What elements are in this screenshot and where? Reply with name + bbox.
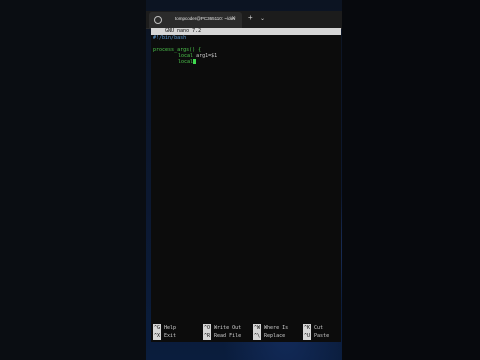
tab-title: tompcoder@PC365110: ~/dev: [175, 16, 236, 21]
shortcut-cut[interactable]: ^K Cut: [303, 324, 323, 332]
nano-shortcuts: ^G Help ^O Write Out ^W Where Is ^K Cut ^X Ex…: [151, 324, 341, 342]
title-bar: tompcoder@PC365110: ~/dev ✕ + ⌄: [146, 11, 342, 29]
shortcut-key: ^\: [253, 332, 262, 340]
keyword: local: [178, 59, 194, 65]
right-background: [342, 0, 480, 360]
shortcut-key: ^W: [253, 324, 262, 332]
shortcut-where-is[interactable]: ^W Where Is: [253, 324, 288, 332]
shortcut-label: Read File: [214, 333, 242, 339]
shortcut-write-out[interactable]: ^O Write Out: [203, 324, 241, 332]
terminal-tab[interactable]: tompcoder@PC365110: ~/dev ✕: [149, 12, 242, 28]
close-tab-icon[interactable]: ✕: [231, 15, 236, 22]
shortcut-label: Paste: [314, 333, 330, 339]
shortcut-label: Write Out: [214, 325, 242, 331]
terminal-window: tompcoder@PC365110: ~/dev ✕ + ⌄ GNU nano…: [146, 0, 342, 360]
chevron-down-icon[interactable]: ⌄: [260, 15, 265, 22]
shortcut-paste[interactable]: ^U Paste: [303, 332, 329, 340]
shortcut-key: ^X: [153, 332, 162, 340]
nano-header: GNU nano 7.2: [151, 28, 341, 35]
shortcut-key: ^K: [303, 324, 312, 332]
shortcut-replace[interactable]: ^\ Replace: [253, 332, 285, 340]
shortcut-read-file[interactable]: ^R Read File: [203, 332, 241, 340]
shortcut-label: Where Is: [264, 325, 289, 331]
shortcut-label: Exit: [164, 333, 177, 339]
shortcut-key: ^O: [203, 324, 212, 332]
editor-line: #!/bin/bash: [153, 35, 187, 41]
terminal-icon: [154, 16, 162, 24]
shortcut-key: ^R: [203, 332, 212, 340]
shortcut-help[interactable]: ^G Help: [153, 324, 176, 332]
left-background: [0, 0, 146, 360]
new-tab-button[interactable]: +: [248, 14, 253, 22]
shortcut-label: Help: [164, 325, 177, 331]
shortcut-label: Replace: [264, 333, 286, 339]
nano-version: GNU nano 7.2: [165, 28, 202, 34]
code-text: arg1=$1: [193, 53, 218, 59]
editor-line: local: [178, 59, 197, 65]
shortcut-key: ^U: [303, 332, 312, 340]
terminal-pane[interactable]: GNU nano 7.2 #!/bin/bash process_args() …: [151, 28, 341, 342]
shortcut-label: Cut: [314, 325, 324, 331]
shortcut-key: ^G: [153, 324, 162, 332]
shortcut-exit[interactable]: ^X Exit: [153, 332, 176, 340]
text-cursor: [193, 59, 197, 64]
